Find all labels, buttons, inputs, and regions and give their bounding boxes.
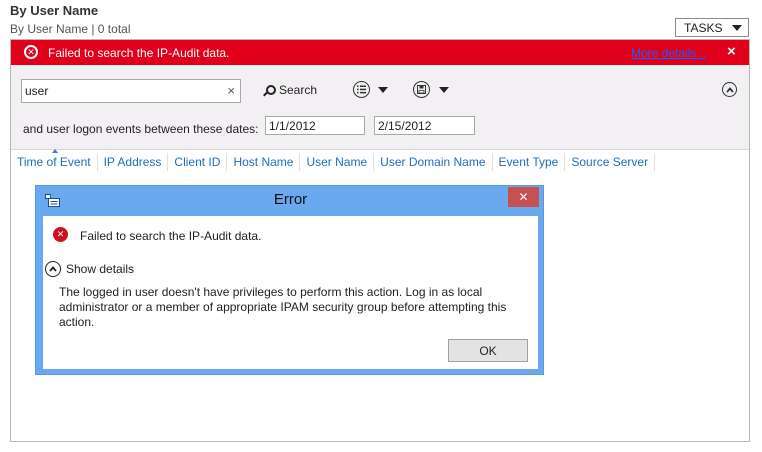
column-header[interactable]: Host Name xyxy=(227,153,301,171)
chevron-down-icon xyxy=(732,24,742,31)
column-header[interactable]: User Name xyxy=(300,153,375,171)
chevron-up-icon[interactable] xyxy=(722,82,737,97)
dialog-detail-text: The logged in user doesn't have privileg… xyxy=(59,285,507,329)
page-title: By User Name xyxy=(10,3,99,18)
dialog-body: ✕ Failed to search the IP-Audit data. Sh… xyxy=(43,216,538,369)
start-date-field[interactable]: 1/1/2012 xyxy=(265,116,365,135)
search-input[interactable] xyxy=(22,80,217,102)
error-notification-bar: ✕ Failed to search the IP-Audit data. Mo… xyxy=(11,40,749,65)
show-details-toggle[interactable]: Show details xyxy=(66,262,134,276)
date-range-label: and user logon events between these date… xyxy=(23,122,259,136)
column-header[interactable]: User Domain Name xyxy=(374,153,493,171)
close-icon[interactable]: × xyxy=(727,43,736,60)
clear-search-icon[interactable]: × xyxy=(227,83,235,98)
save-dropdown-icon[interactable] xyxy=(439,87,449,93)
dialog-message: Failed to search the IP-Audit data. xyxy=(80,229,262,243)
error-icon: ✕ xyxy=(53,227,68,242)
column-header[interactable]: Client ID xyxy=(168,153,228,171)
page-subtitle: By User Name | 0 total xyxy=(10,22,131,36)
dialog-title: Error xyxy=(273,191,308,208)
view-dropdown-icon[interactable] xyxy=(378,87,388,93)
error-icon: ✕ xyxy=(24,45,38,59)
column-header[interactable]: IP Address xyxy=(98,153,169,171)
search-icon xyxy=(263,84,276,96)
search-panel: × Search and user logon events between t… xyxy=(11,65,749,150)
more-details-link[interactable]: More details... xyxy=(631,46,706,60)
tasks-label: TASKS xyxy=(684,20,723,35)
column-header[interactable]: Event Type xyxy=(493,153,566,171)
error-dialog: Error ✕ ✕ Failed to search the IP-Audit … xyxy=(35,185,544,375)
column-header[interactable]: Time of Event xyxy=(11,153,98,171)
column-header[interactable]: Source Server xyxy=(565,153,656,171)
error-bar-message: Failed to search the IP-Audit data. xyxy=(48,46,230,60)
tasks-button[interactable]: TASKS xyxy=(675,18,749,37)
column-headers: Time of Event IP Address Client ID Host … xyxy=(11,149,749,173)
save-icon[interactable] xyxy=(413,81,430,98)
list-view-icon[interactable] xyxy=(353,81,370,98)
search-button[interactable]: Search xyxy=(263,83,317,97)
ok-button[interactable]: OK xyxy=(448,339,528,362)
search-field[interactable]: × xyxy=(21,79,241,103)
dialog-close-button[interactable]: ✕ xyxy=(508,187,539,207)
chevron-up-icon[interactable] xyxy=(45,261,61,277)
end-date-field[interactable]: 2/15/2012 xyxy=(374,116,475,135)
sort-ascending-icon xyxy=(52,149,58,153)
search-button-label: Search xyxy=(279,83,318,97)
